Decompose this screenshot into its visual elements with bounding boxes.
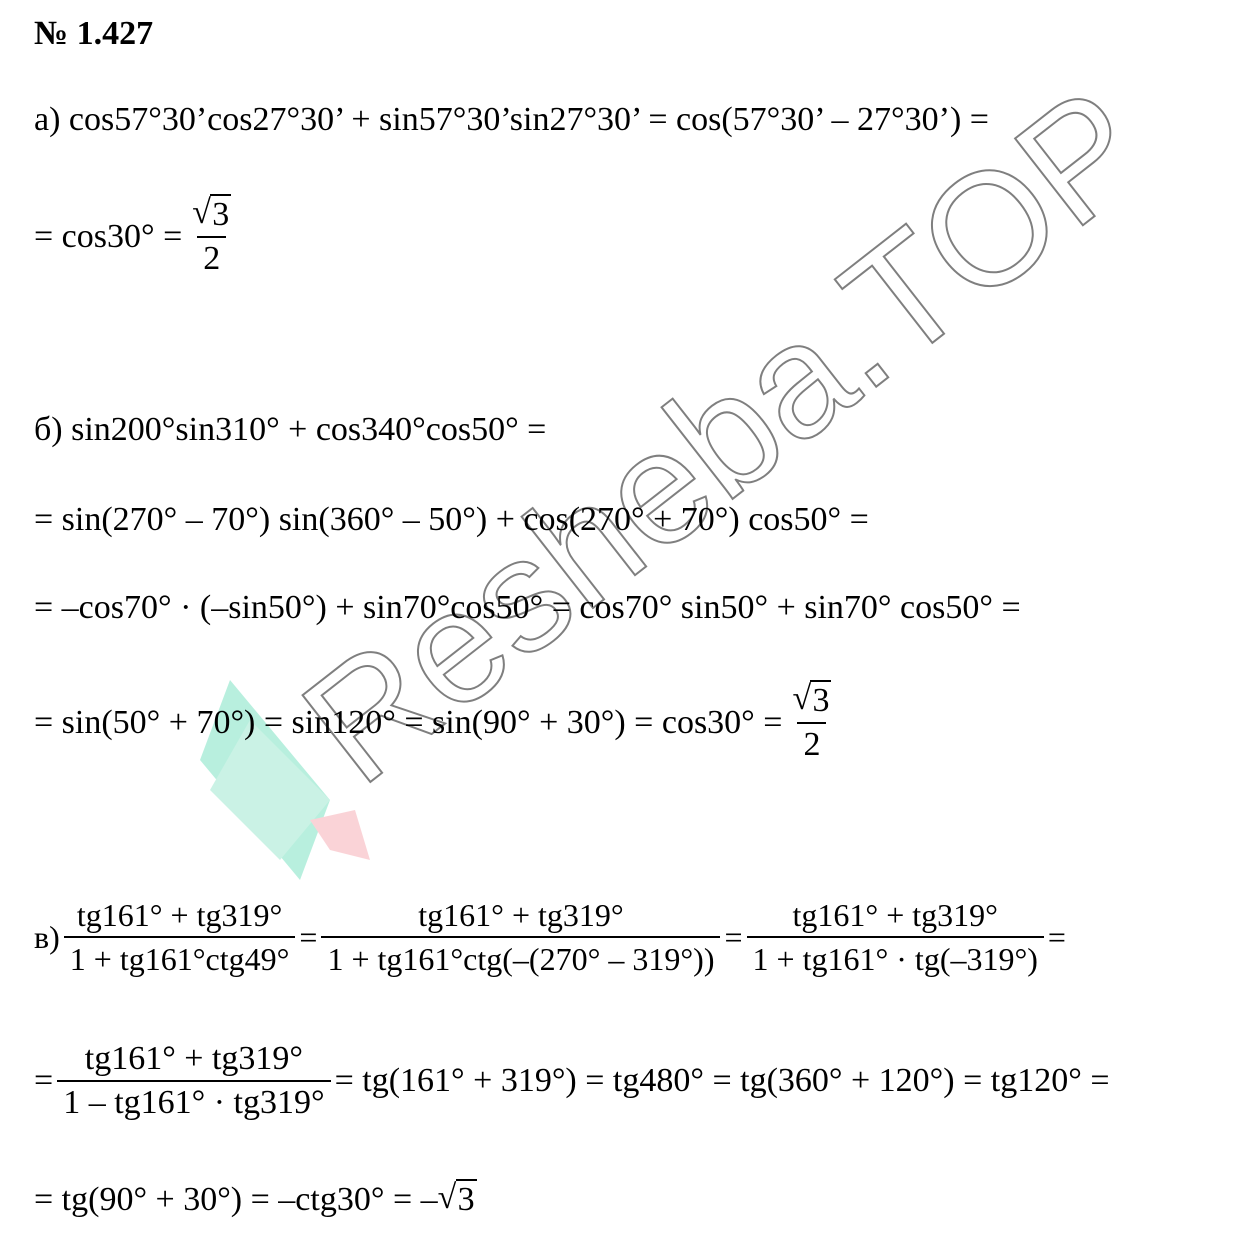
fraction-1: tg161° + tg319° 1 + tg161°ctg49° bbox=[63, 896, 296, 978]
equals-sign: = bbox=[724, 919, 743, 955]
part-a-line-1: а) cos57°30’cos27°30’ + sin57°30’sin27°3… bbox=[34, 101, 989, 138]
fraction-sqrt3-over-2: √ 3 2 bbox=[792, 680, 832, 763]
sqrt-icon: √ 3 bbox=[192, 194, 232, 233]
part-c-label: в) bbox=[34, 919, 60, 955]
fraction-sqrt3-over-2: √ 3 2 bbox=[192, 194, 232, 277]
part-b-line-1: б) sin200°sin310° + cos340°cos50° = bbox=[34, 411, 547, 448]
sqrt-icon: √ 3 bbox=[437, 1179, 477, 1218]
part-b-line-2: = sin(270° – 70°) sin(360° – 50°) + cos(… bbox=[34, 501, 869, 538]
part-c-line-3-lhs: = tg(90° + 30°) = –ctg30° = – bbox=[34, 1181, 438, 1218]
part-b-line-4-lhs: = sin(50° + 70°) = sin120° = sin(90° + 3… bbox=[34, 704, 783, 741]
part-c-line-3: = tg(90° + 30°) = –ctg30° = – √ 3 bbox=[34, 1179, 477, 1220]
equals-sign: = bbox=[1047, 919, 1066, 955]
fraction-2: tg161° + tg319° 1 + tg161°ctg(–(270° – 3… bbox=[321, 896, 721, 978]
part-b-line-4: = sin(50° + 70°) = sin120° = sin(90° + 3… bbox=[34, 680, 841, 764]
part-c-line-2-rhs: = tg(161° + 319°) = tg480° = tg(360° + 1… bbox=[334, 1062, 1110, 1099]
part-b-line-3: = –cos70° · (–sin50°) + sin70°cos50° = c… bbox=[34, 589, 1021, 626]
part-c-line-1: в) tg161° + tg319° 1 + tg161°ctg49° = tg… bbox=[34, 896, 1066, 978]
fraction-4: tg161° + tg319° 1 – tg161° · tg319° bbox=[57, 1040, 331, 1122]
part-c-line-2: = tg161° + tg319° 1 – tg161° · tg319° = … bbox=[34, 1040, 1110, 1122]
problem-number: № 1.427 bbox=[34, 15, 154, 52]
sqrt-icon: √ 3 bbox=[792, 680, 832, 719]
part-a-line-2: = cos30° = √ 3 2 bbox=[34, 194, 241, 278]
equals-sign: = bbox=[34, 1062, 54, 1099]
part-a-line-2-lhs: = cos30° = bbox=[34, 218, 183, 255]
fraction-3: tg161° + tg319° 1 + tg161° · tg(–319°) bbox=[746, 896, 1044, 978]
equals-sign: = bbox=[299, 919, 318, 955]
